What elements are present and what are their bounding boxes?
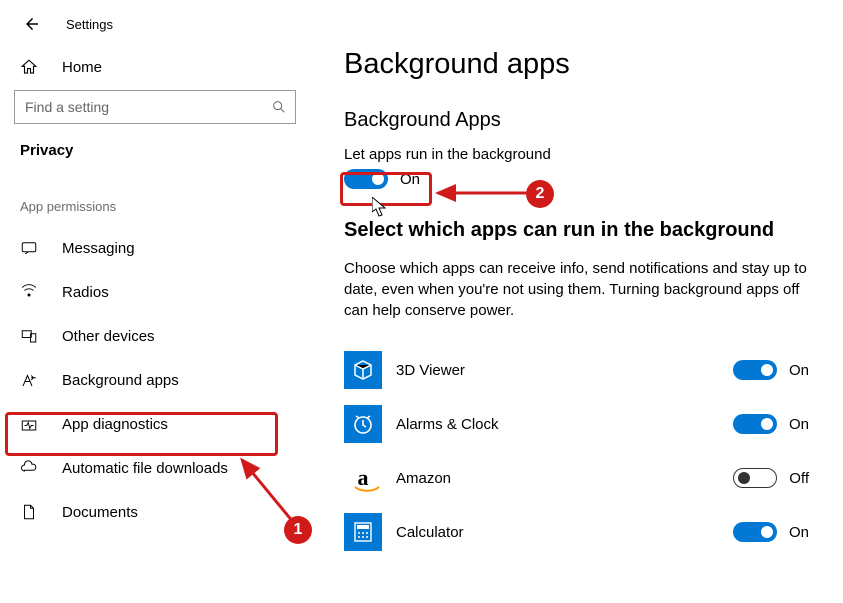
sidebar-subsection: App permissions (0, 193, 310, 226)
sidebar-item-radios[interactable]: Radios (0, 270, 310, 314)
arrow-left-icon (23, 15, 41, 33)
sidebar-section-privacy: Privacy (0, 136, 310, 165)
cloud-download-icon (20, 459, 40, 477)
app-title: Settings (66, 17, 113, 32)
app-name: Calculator (396, 524, 733, 541)
app-toggle-state: On (789, 524, 809, 541)
app-toggle[interactable] (733, 522, 777, 542)
sidebar-item-app-diagnostics[interactable]: App diagnostics (0, 402, 310, 446)
app-row: Calculator On (344, 505, 809, 559)
sidebar-item-label: Automatic file downloads (62, 460, 228, 477)
app-name: Alarms & Clock (396, 416, 733, 433)
app-toggle-state: On (789, 362, 809, 379)
sidebar-item-label: Background apps (62, 372, 179, 389)
devices-icon (20, 327, 40, 345)
diagnostics-icon (20, 415, 40, 433)
app-name: 3D Viewer (396, 362, 733, 379)
app-row: 3D Viewer On (344, 343, 809, 397)
sidebar-item-label: Radios (62, 284, 109, 301)
sidebar-item-label: Documents (62, 504, 138, 521)
master-toggle-label: Let apps run in the background (344, 146, 809, 163)
sidebar-item-messaging[interactable]: Messaging (0, 226, 310, 270)
master-toggle[interactable] (344, 169, 388, 189)
sidebar-item-label: App diagnostics (62, 416, 168, 433)
app-toggle[interactable] (733, 468, 777, 488)
radios-icon (20, 283, 40, 301)
home-icon (20, 58, 40, 76)
search-input[interactable] (25, 99, 271, 115)
master-toggle-state: On (400, 171, 420, 188)
sidebar-item-label: Messaging (62, 240, 135, 257)
sidebar: Settings Home Privacy App permissions Me… (0, 0, 310, 603)
master-toggle-row: On (344, 169, 809, 189)
app-row: Alarms & Clock On (344, 397, 809, 451)
sidebar-item-documents[interactable]: Documents (0, 490, 310, 534)
document-icon (20, 503, 40, 521)
search-icon (271, 99, 287, 115)
messaging-icon (20, 239, 40, 257)
section-description: Choose which apps can receive info, send… (344, 258, 809, 321)
sidebar-item-auto-downloads[interactable]: Automatic file downloads (0, 446, 310, 490)
background-apps-icon (20, 371, 40, 389)
app-toggle-state: Off (789, 470, 809, 487)
sidebar-item-other-devices[interactable]: Other devices (0, 314, 310, 358)
search-box[interactable] (14, 90, 296, 124)
app-icon-3d-viewer (344, 351, 382, 389)
app-toggle[interactable] (733, 360, 777, 380)
app-icon-amazon: a (344, 459, 382, 497)
app-icon-alarms (344, 405, 382, 443)
sidebar-item-background-apps[interactable]: Background apps (0, 358, 310, 402)
app-name: Amazon (396, 470, 733, 487)
page-title: Background apps (344, 48, 809, 81)
app-icon-calculator (344, 513, 382, 551)
sidebar-item-label: Other devices (62, 328, 155, 345)
app-toggle[interactable] (733, 414, 777, 434)
header-row: Settings (0, 12, 310, 50)
main-content: Background apps Background Apps Let apps… (310, 0, 843, 603)
section-title-select-apps: Select which apps can run in the backgro… (344, 219, 809, 242)
home-label: Home (62, 59, 102, 76)
app-toggle-state: On (789, 416, 809, 433)
section-title-background-apps: Background Apps (344, 109, 809, 132)
app-row: a Amazon Off (344, 451, 809, 505)
home-nav[interactable]: Home (0, 50, 310, 84)
back-button[interactable] (20, 12, 44, 36)
